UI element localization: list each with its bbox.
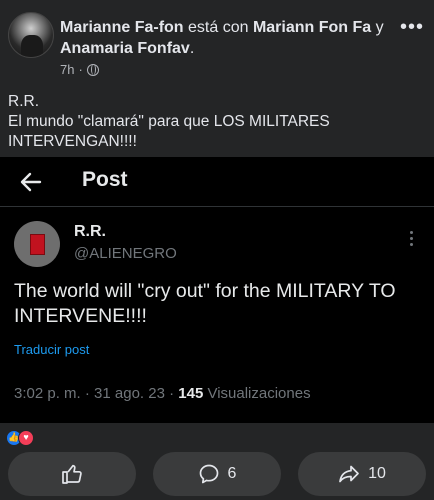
embed-post-text: The world will "cry out" for the MILITAR…: [14, 280, 396, 327]
share-count: 10: [368, 465, 386, 482]
meta-separator: ·: [78, 62, 83, 77]
share-icon: [339, 465, 359, 483]
post-time[interactable]: 7h: [60, 62, 74, 77]
embed-views-label: Visualizaciones: [203, 385, 311, 402]
author-name[interactable]: Marianne Fa-fon: [60, 19, 184, 36]
post-text: R.R. El mundo "clamará" para que LOS MIL…: [8, 92, 428, 152]
embed-more-icon: [410, 231, 414, 249]
with-text: está con: [188, 19, 249, 36]
globe-icon: [86, 63, 99, 76]
embed-timestamp: 3:02 p. m. · 31 ago. 23 · 145 Visualizac…: [14, 385, 311, 402]
share-button[interactable]: 10: [298, 452, 426, 496]
and-text: y: [375, 19, 384, 36]
tagged-user-2[interactable]: Anamaria Fonfav: [60, 40, 190, 57]
tagged-user-1[interactable]: Mariann Fon Fa: [253, 19, 371, 36]
post-text-line-1: R.R.: [8, 93, 39, 110]
love-reaction-icon: ♥: [18, 430, 34, 446]
embedded-screenshot[interactable]: Post R.R. @ALIENEGRO The world will "cry…: [0, 157, 434, 423]
embed-topbar: Post: [0, 157, 434, 207]
comment-button[interactable]: 6: [153, 452, 281, 496]
comment-icon: [199, 464, 218, 484]
embed-display-name: R.R.: [74, 223, 106, 240]
embed-handle: @ALIENEGRO: [74, 245, 177, 262]
reactions-summary[interactable]: 👍 ♥: [6, 430, 46, 446]
like-button[interactable]: [8, 452, 136, 496]
post-meta: 7h ·: [60, 62, 99, 77]
header-suffix: .: [189, 40, 195, 57]
embed-date: 3:02 p. m. · 31 ago. 23 ·: [14, 385, 179, 402]
author-avatar[interactable]: [8, 12, 54, 58]
embed-title: Post: [82, 168, 128, 191]
post-text-line-2: El mundo "clamará" para que LOS MILITARE…: [8, 113, 330, 150]
post-header: Marianne Fa-fon está con Mariann Fon Fa …: [0, 0, 434, 80]
post-header-text: Marianne Fa-fon está con Mariann Fon Fa …: [60, 17, 400, 59]
comment-count: 6: [227, 465, 237, 482]
back-arrow-icon: [20, 172, 42, 192]
embed-avatar: [14, 221, 60, 267]
translate-link: Traducir post: [14, 342, 90, 357]
embed-views-count: 145: [178, 385, 204, 402]
like-icon: [62, 464, 82, 484]
more-options-button[interactable]: •••: [400, 17, 424, 37]
